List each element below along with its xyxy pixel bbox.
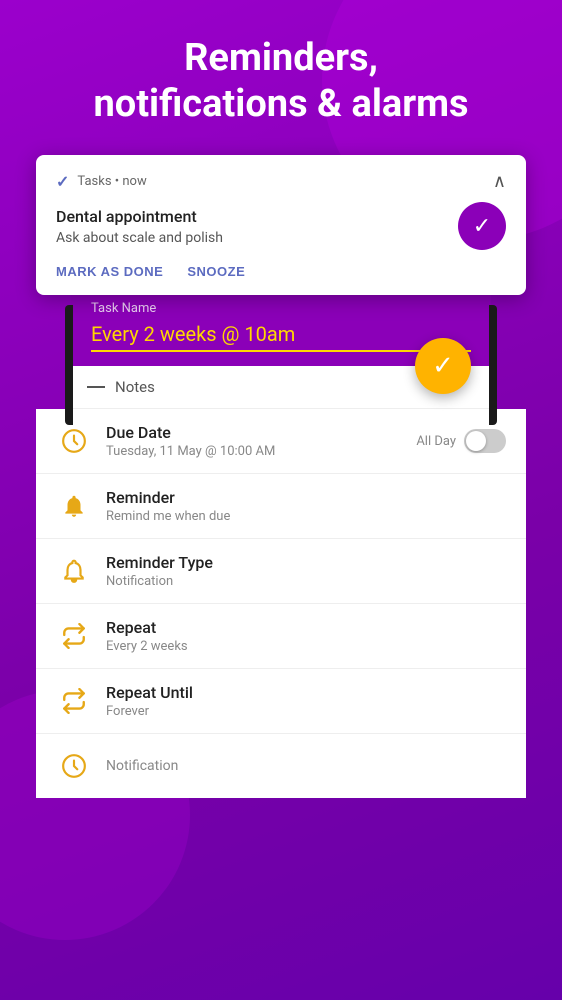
bottom-label: Notification bbox=[106, 758, 178, 774]
chevron-up-icon[interactable]: ∧ bbox=[493, 171, 506, 192]
repeat-text: Repeat Every 2 weeks bbox=[106, 618, 506, 654]
reminder-title: Reminder bbox=[106, 488, 506, 507]
notification-title: Dental appointment bbox=[56, 207, 458, 226]
task-name-input[interactable]: Every 2 weeks @ 10am bbox=[91, 322, 471, 352]
repeat-until-icon bbox=[56, 683, 92, 719]
dash-icon bbox=[87, 386, 105, 388]
notification-meta: Tasks • now bbox=[77, 174, 146, 189]
repeat-until-title: Repeat Until bbox=[106, 683, 506, 702]
repeat-icon bbox=[56, 618, 92, 654]
phone-left-bar bbox=[65, 305, 73, 425]
notification-text: Dental appointment Ask about scale and p… bbox=[56, 207, 458, 246]
notification-actions: MARK AS DONE SNOOZE bbox=[56, 264, 506, 279]
notification-subtitle: Ask about scale and polish bbox=[56, 230, 458, 246]
settings-list: Due Date Tuesday, 11 May @ 10:00 AM All … bbox=[36, 409, 526, 734]
phone-frame: Task Name Every 2 weeks @ 10am ✓ Notes bbox=[71, 285, 491, 409]
task-name-label: Task Name bbox=[91, 301, 471, 316]
bell-filled-icon bbox=[56, 488, 92, 524]
mark-as-done-button[interactable]: MARK AS DONE bbox=[56, 264, 163, 279]
notification-header-left: ✓ Tasks • now bbox=[56, 172, 147, 191]
settings-row-repeat[interactable]: Repeat Every 2 weeks bbox=[36, 604, 526, 669]
notes-label: Notes bbox=[115, 378, 155, 396]
bell-outline-icon bbox=[56, 553, 92, 589]
repeat-title: Repeat bbox=[106, 618, 506, 637]
notification-header: ✓ Tasks • now ∧ bbox=[56, 171, 506, 192]
repeat-until-subtitle: Forever bbox=[106, 704, 506, 719]
fab-check-icon: ✓ bbox=[432, 351, 454, 381]
settings-row-repeat-until[interactable]: Repeat Until Forever bbox=[36, 669, 526, 734]
phone-right-bar bbox=[489, 305, 497, 425]
due-date-title: Due Date bbox=[106, 423, 416, 442]
bottom-clock-icon bbox=[56, 748, 92, 784]
notification-card: ✓ Tasks • now ∧ Dental appointment Ask a… bbox=[36, 155, 526, 295]
notification-body: Dental appointment Ask about scale and p… bbox=[56, 202, 506, 250]
clock-icon bbox=[56, 423, 92, 459]
all-day-label: All Day bbox=[416, 434, 456, 449]
reminder-text: Reminder Remind me when due bbox=[106, 488, 506, 524]
due-date-right: All Day bbox=[416, 429, 506, 453]
settings-row-due-date[interactable]: Due Date Tuesday, 11 May @ 10:00 AM All … bbox=[36, 409, 526, 474]
page-content: Reminders, notifications & alarms ✓ Task… bbox=[0, 0, 562, 1000]
task-editor: Task Name Every 2 weeks @ 10am ✓ bbox=[71, 285, 491, 366]
settings-row-reminder-type[interactable]: Reminder Type Notification bbox=[36, 539, 526, 604]
reminder-type-text: Reminder Type Notification bbox=[106, 553, 506, 589]
notification-check-icon: ✓ bbox=[473, 214, 491, 239]
notification-check-button[interactable]: ✓ bbox=[458, 202, 506, 250]
repeat-subtitle: Every 2 weeks bbox=[106, 639, 506, 654]
reminder-type-subtitle: Notification bbox=[106, 574, 506, 589]
snooze-button[interactable]: SNOOZE bbox=[187, 264, 245, 279]
fab-confirm-button[interactable]: ✓ bbox=[415, 338, 471, 394]
toggle-thumb bbox=[466, 431, 486, 451]
check-icon: ✓ bbox=[56, 172, 69, 191]
bottom-partial-row[interactable]: Notification bbox=[36, 734, 526, 798]
due-date-subtitle: Tuesday, 11 May @ 10:00 AM bbox=[106, 444, 416, 459]
repeat-until-text: Repeat Until Forever bbox=[106, 683, 506, 719]
due-date-text: Due Date Tuesday, 11 May @ 10:00 AM bbox=[106, 423, 416, 459]
page-title: Reminders, notifications & alarms bbox=[53, 0, 508, 155]
all-day-toggle[interactable] bbox=[464, 429, 506, 453]
settings-row-reminder[interactable]: Reminder Remind me when due bbox=[36, 474, 526, 539]
reminder-subtitle: Remind me when due bbox=[106, 509, 506, 524]
reminder-type-title: Reminder Type bbox=[106, 553, 506, 572]
